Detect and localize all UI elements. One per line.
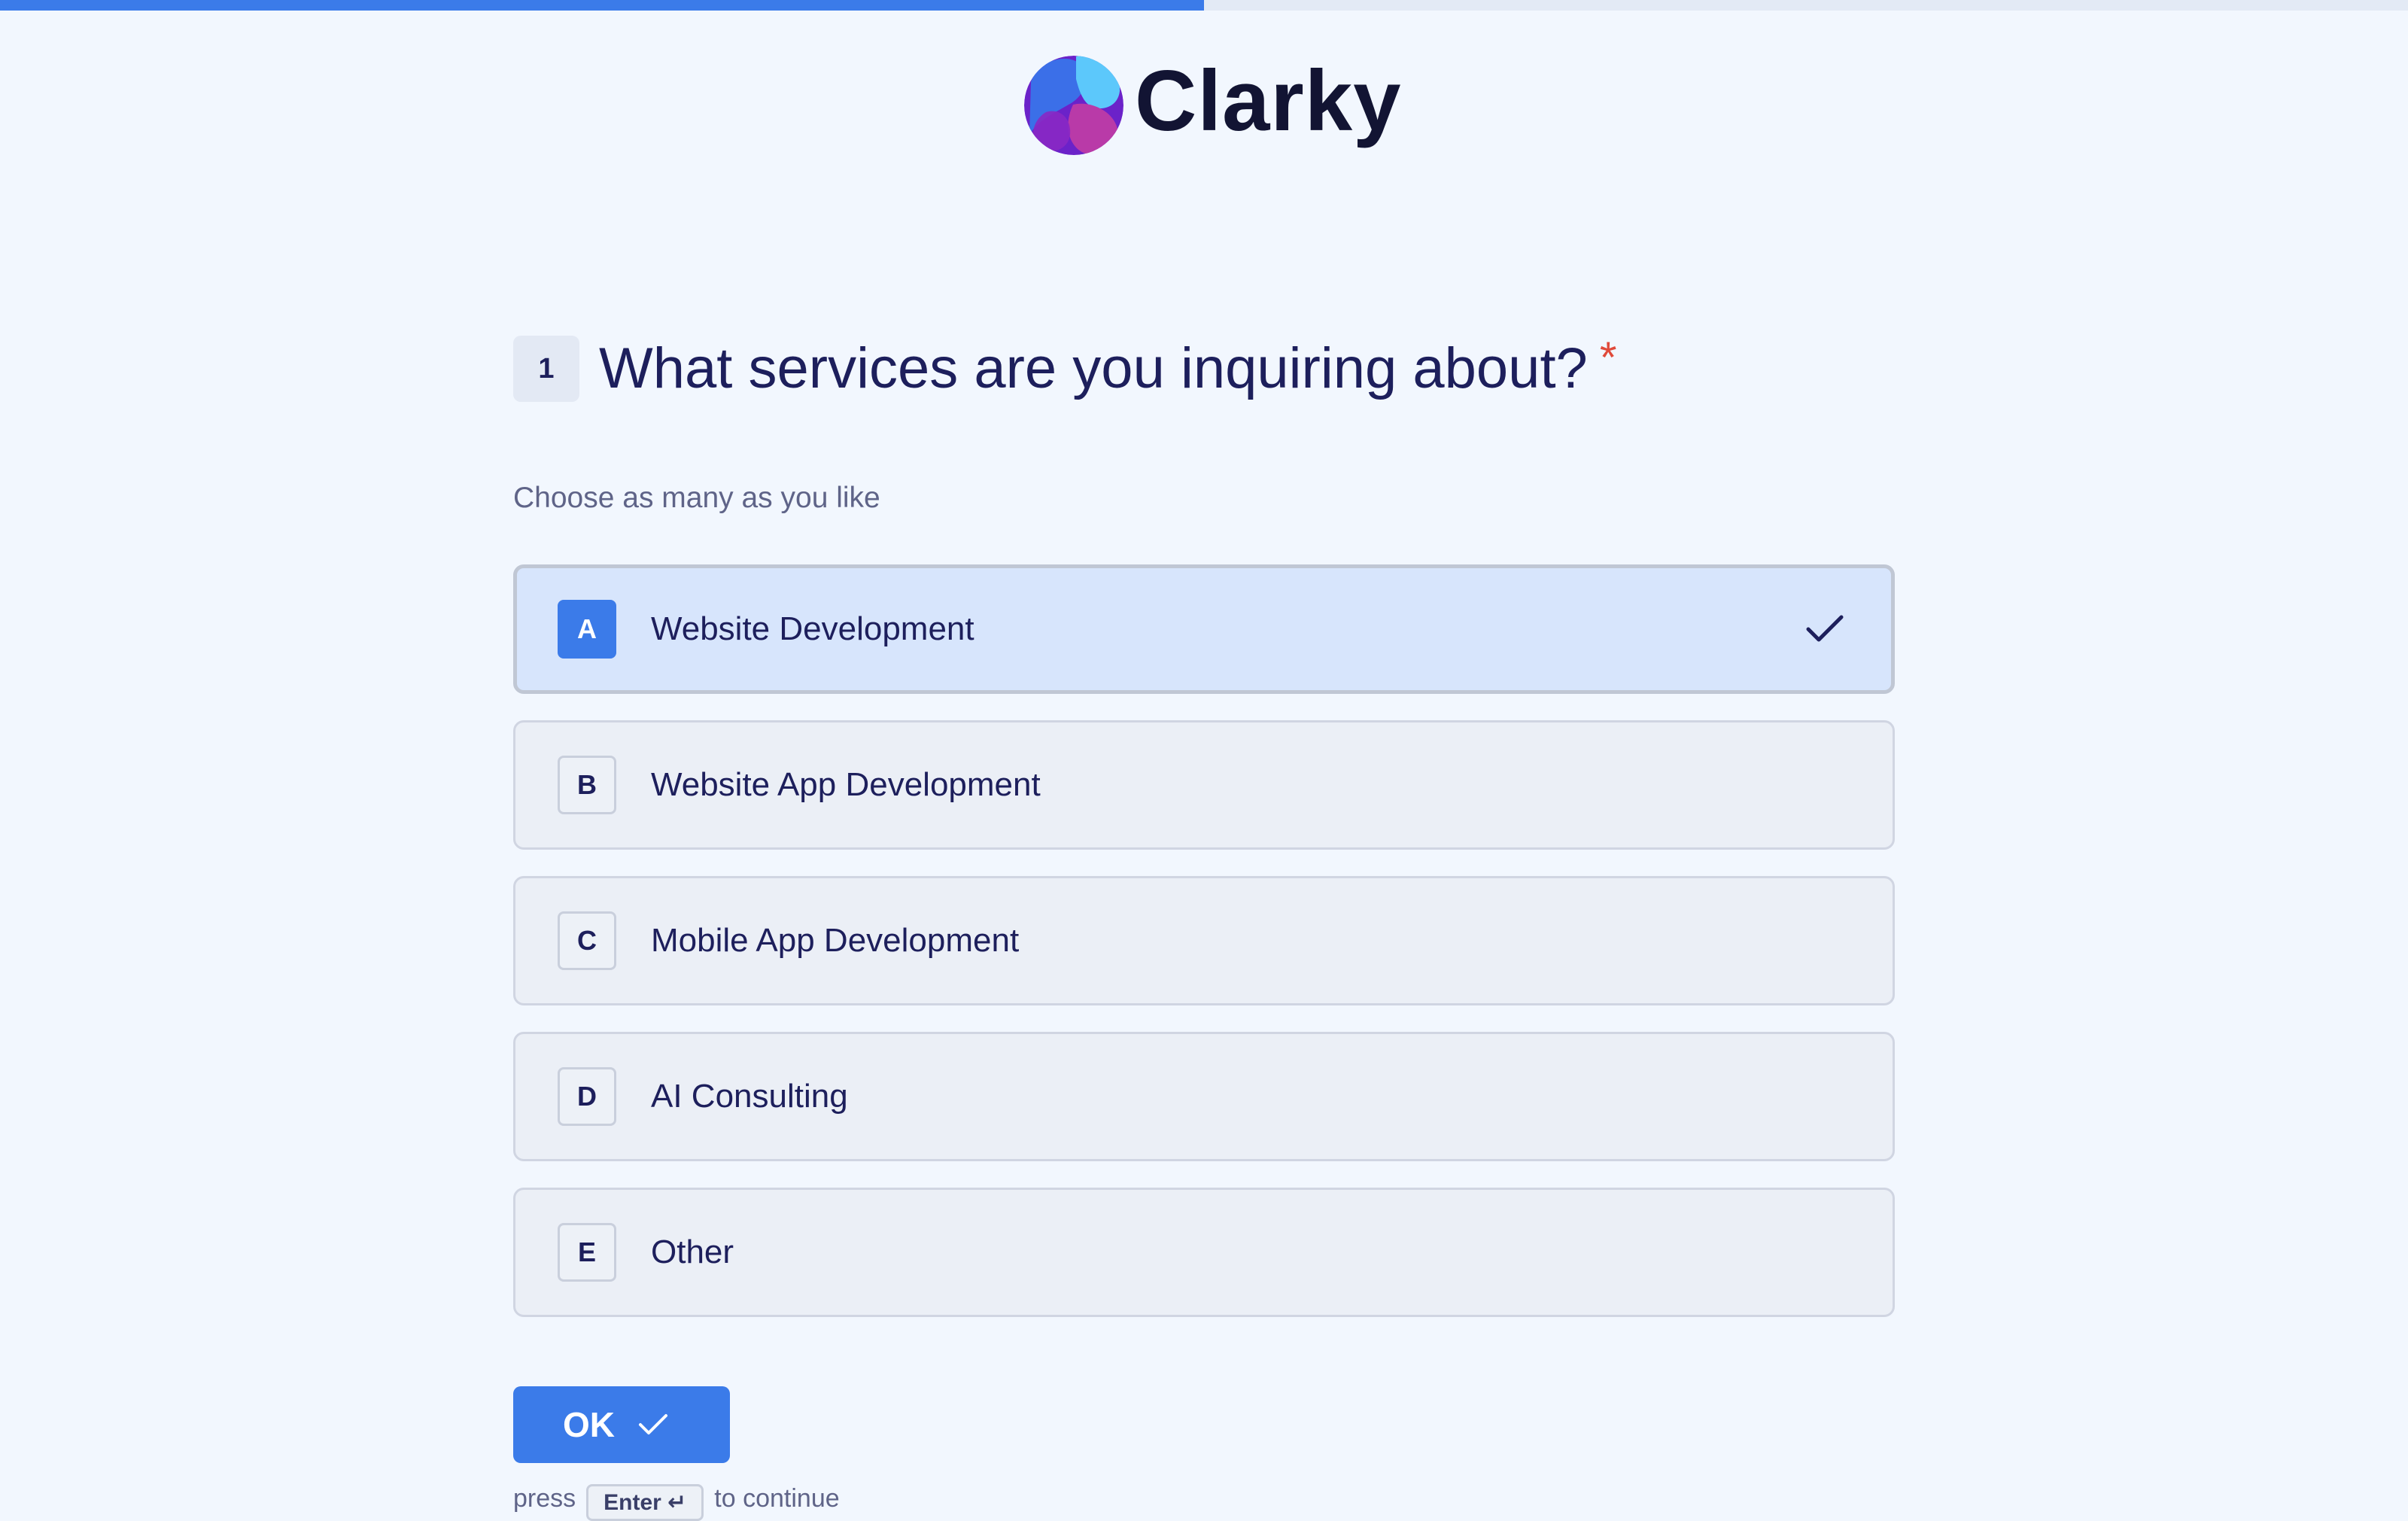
- option-key-badge: C: [558, 911, 616, 970]
- question-hint: Choose as many as you like: [513, 482, 880, 514]
- option-key-badge: B: [558, 756, 616, 814]
- option-label: Website Development: [651, 610, 974, 647]
- progress-bar: [0, 0, 2408, 11]
- ok-button-label: OK: [563, 1405, 615, 1444]
- clarky-logo-icon: [1024, 56, 1123, 155]
- check-icon: [1806, 615, 1844, 642]
- options-list: A Website Development B Website App Deve…: [513, 564, 1895, 1343]
- option-website-development[interactable]: A Website Development: [513, 564, 1895, 694]
- enter-key-badge: Enter ↵: [586, 1484, 704, 1521]
- option-ai-consulting[interactable]: D AI Consulting: [513, 1032, 1895, 1161]
- option-label: Mobile App Development: [651, 922, 1020, 959]
- option-label: AI Consulting: [651, 1078, 848, 1115]
- question-header: 1 What services are you inquiring about?…: [513, 336, 1616, 402]
- option-mobile-app-development[interactable]: C Mobile App Development: [513, 876, 1895, 1005]
- ok-button[interactable]: OK: [513, 1386, 730, 1463]
- required-asterisk: *: [1599, 333, 1617, 382]
- enter-key-hint: press Enter ↵ to continue: [513, 1484, 840, 1521]
- option-website-app-development[interactable]: B Website App Development: [513, 720, 1895, 850]
- option-key-badge: D: [558, 1067, 616, 1126]
- enter-hint-suffix: to continue: [714, 1484, 840, 1513]
- option-key-badge: E: [558, 1223, 616, 1282]
- option-other[interactable]: E Other: [513, 1188, 1895, 1317]
- brand-logo: Clarky: [1023, 51, 1402, 157]
- brand-name: Clarky: [1135, 53, 1402, 149]
- option-label: Website App Development: [651, 766, 1041, 803]
- question-number-badge: 1: [513, 336, 579, 402]
- question-title: What services are you inquiring about?: [599, 336, 1588, 400]
- check-icon: [639, 1414, 667, 1434]
- progress-bar-fill: [0, 0, 1204, 11]
- option-label: Other: [651, 1234, 734, 1270]
- option-key-badge: A: [558, 600, 616, 659]
- enter-hint-prefix: press: [513, 1484, 576, 1513]
